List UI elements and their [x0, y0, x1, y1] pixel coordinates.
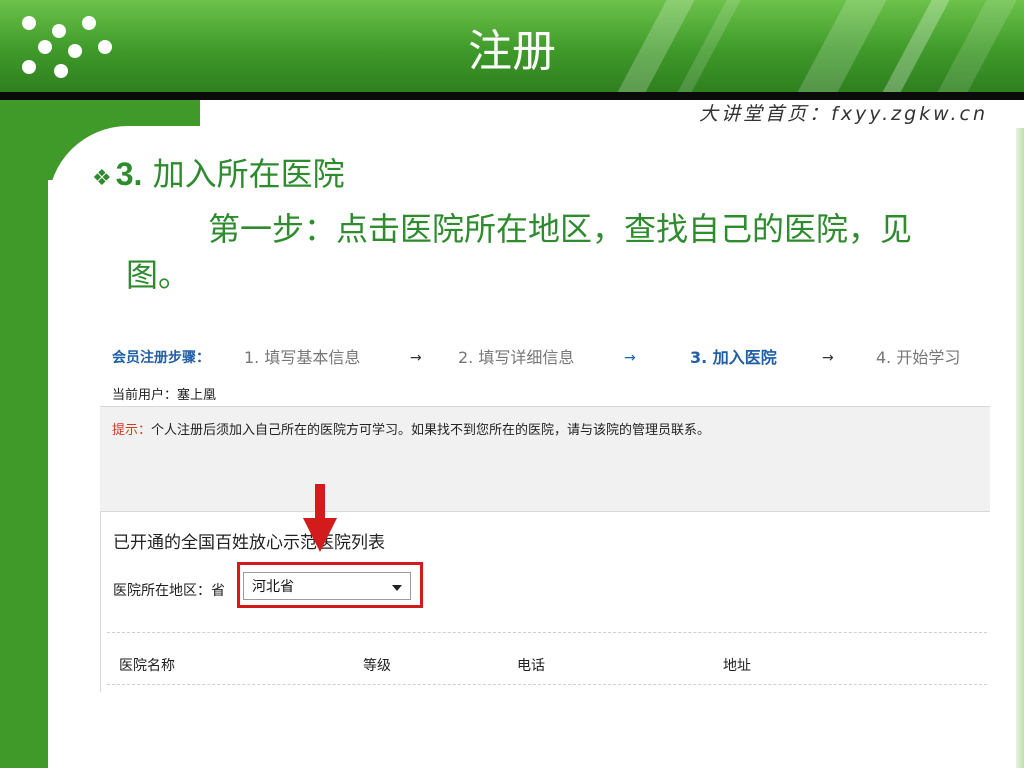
column-header-level: 等级	[363, 658, 391, 674]
step-2[interactable]: 2. 填写详细信息	[458, 346, 574, 370]
current-user-name: 塞上凰	[177, 388, 217, 403]
column-header-phone: 电话	[517, 658, 545, 674]
column-header-hospital-name: 医院名称	[119, 658, 175, 674]
tip-text: 提示：个人注册后须加入自己所在的医院方可学习。如果找不到您所在的医院，请与该院的…	[112, 419, 710, 438]
bullet-text: 加入所在医院	[152, 155, 345, 193]
current-user-line: 当前用户：塞上凰	[112, 384, 216, 403]
table-divider	[107, 684, 987, 685]
embedded-registration-screenshot: 会员注册步骤： 1. 填写基本信息 → 2. 填写详细信息 → 3. 加入医院 …	[100, 336, 990, 692]
diamond-bullet-icon: ❖	[92, 166, 112, 191]
table-divider	[107, 632, 987, 633]
right-edge-stripe	[1016, 128, 1024, 768]
tip-label: 提示：	[112, 423, 152, 438]
bullet-heading: ❖ 3. 加入所在医院	[92, 150, 345, 198]
hospital-list-section: 已开通的全国百姓放心示范医院列表 医院所在地区：省 河北省 医院名称 等级 电话…	[100, 512, 990, 692]
step-arrow-icon: →	[410, 350, 422, 366]
step-arrow-icon: →	[822, 350, 834, 366]
slide-header: 注册	[0, 0, 1024, 92]
steps-label: 会员注册步骤：	[112, 350, 210, 366]
region-label: 医院所在地区：省	[113, 583, 225, 599]
site-url-label: 大讲堂首页：fxyy.zgkw.cn	[699, 103, 988, 125]
step-3-current[interactable]: 3. 加入医院	[690, 346, 777, 370]
bullet-number: 3.	[115, 156, 143, 192]
current-user-label: 当前用户：	[112, 388, 178, 403]
slide-title: 注册	[468, 26, 556, 77]
tip-box: 提示：个人注册后须加入自己所在的医院方可学习。如果找不到您所在的医院，请与该院的…	[100, 406, 990, 512]
step-4[interactable]: 4. 开始学习	[876, 346, 960, 370]
header-divider	[0, 92, 1024, 100]
red-down-arrow-icon	[303, 484, 337, 552]
left-green-band	[0, 100, 48, 768]
step-arrow-icon: →	[624, 350, 636, 366]
step-1[interactable]: 1. 填写基本信息	[244, 346, 360, 370]
hospital-list-title: 已开通的全国百姓放心示范医院列表	[113, 533, 385, 553]
column-header-address: 地址	[723, 658, 751, 674]
instruction-paragraph: 第一步：点击医院所在地区，查找自己的医院，见图。	[126, 210, 913, 294]
tip-message: 个人注册后须加入自己所在的医院方可学习。如果找不到您所在的医院，请与该院的管理员…	[151, 423, 711, 438]
red-highlight-box	[237, 562, 423, 608]
